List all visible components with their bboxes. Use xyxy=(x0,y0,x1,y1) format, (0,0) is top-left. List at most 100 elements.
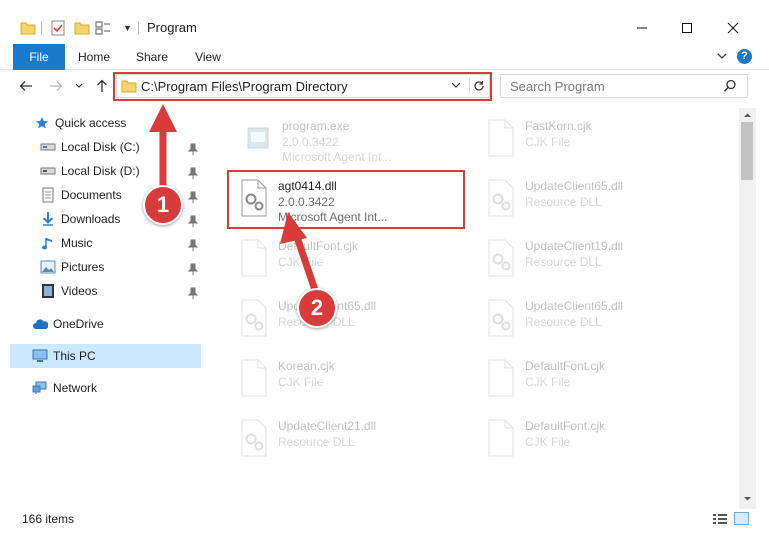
pin-icon[interactable] xyxy=(188,287,198,299)
details-view-icon[interactable] xyxy=(712,513,728,525)
title-bar: ▼ Program xyxy=(0,0,769,44)
file-highlight xyxy=(227,170,465,229)
nav-label: Local Disk (D:) xyxy=(61,164,140,178)
file-type: Resource DLL xyxy=(525,255,602,269)
arrow-up-icon xyxy=(97,79,107,92)
tab-home[interactable]: Home xyxy=(70,44,118,70)
nav-label: Pictures xyxy=(61,260,105,274)
folder-icon[interactable] xyxy=(20,20,36,36)
window-title: Program xyxy=(147,20,197,35)
file-name: UpdateClient65.dll xyxy=(525,179,624,193)
file-list: program.exe 2.0.0.3422 Microsoft Agent I… xyxy=(205,108,740,496)
blank-file-icon xyxy=(241,359,267,397)
minimize-button[interactable] xyxy=(619,12,665,44)
exe-icon xyxy=(247,127,269,149)
file-item[interactable]: UpdateClient19.dll Resource DLL xyxy=(475,232,711,288)
scroll-up-icon[interactable] xyxy=(743,112,752,118)
file-item[interactable]: UpdateClient21.dll Resource DLL xyxy=(228,412,464,468)
nav-music[interactable]: Music xyxy=(40,231,92,255)
nav-quick-access[interactable]: Quick access xyxy=(34,111,126,135)
divider xyxy=(138,21,139,35)
new-folder-icon[interactable] xyxy=(74,20,90,36)
nav-local-disk-c[interactable]: Local Disk (C:) xyxy=(40,135,140,159)
expand-ribbon-icon[interactable] xyxy=(716,51,728,61)
file-item[interactable]: DefaultFont.cjk CJK File xyxy=(475,352,711,408)
pin-icon[interactable] xyxy=(188,143,198,155)
file-item[interactable]: FastKorn.cjk CJK File xyxy=(475,112,711,168)
file-item[interactable]: DefaultFont.cjk CJK File xyxy=(228,232,464,288)
tab-view[interactable]: View xyxy=(184,44,232,70)
videos-icon xyxy=(40,283,56,299)
pin-icon[interactable] xyxy=(188,167,198,179)
star-icon xyxy=(34,115,50,131)
blank-file-icon xyxy=(241,239,267,277)
computer-icon xyxy=(32,348,48,364)
search-placeholder[interactable]: Search Program xyxy=(510,79,605,94)
view-options-icon[interactable] xyxy=(95,20,111,36)
help-icon[interactable]: ? xyxy=(737,49,752,64)
nav-documents[interactable]: Documents xyxy=(40,183,122,207)
file-item[interactable]: UpdateClient65.dll Resource DLL xyxy=(475,292,711,348)
file-type: Resource DLL xyxy=(525,195,602,209)
file-name: Korean.cjk xyxy=(278,359,335,373)
pin-icon[interactable] xyxy=(188,239,198,251)
pin-icon[interactable] xyxy=(188,263,198,275)
nav-network[interactable]: Network xyxy=(32,376,97,400)
nav-label: Music xyxy=(61,236,93,250)
vertical-scrollbar[interactable] xyxy=(739,108,756,510)
nav-label: Local Disk (C:) xyxy=(61,140,140,154)
documents-icon xyxy=(40,187,56,203)
maximize-button[interactable] xyxy=(664,12,710,44)
large-icons-view-icon[interactable] xyxy=(734,512,749,525)
chevron-down-icon xyxy=(75,83,83,88)
nav-pictures[interactable]: Pictures xyxy=(40,255,104,279)
file-type: CJK File xyxy=(278,255,324,269)
pin-icon[interactable] xyxy=(188,215,198,227)
scroll-down-icon[interactable] xyxy=(743,496,752,502)
recent-locations-button[interactable] xyxy=(72,76,86,96)
file-item[interactable]: DefaultFont.cjk CJK File xyxy=(475,412,711,468)
close-button[interactable] xyxy=(710,12,756,44)
tab-file[interactable]: File xyxy=(13,44,65,70)
customize-quick-access-icon[interactable]: ▼ xyxy=(123,23,132,33)
pin-icon[interactable] xyxy=(188,191,198,203)
back-button[interactable] xyxy=(16,76,36,96)
file-item[interactable]: UpdateClient65.dll Resource DLL xyxy=(475,172,711,228)
cloud-icon xyxy=(32,316,48,332)
nav-label: OneDrive xyxy=(53,317,104,331)
file-type: CJK File xyxy=(525,135,571,149)
status-bar: 166 items xyxy=(0,509,769,531)
nav-videos[interactable]: Videos xyxy=(40,279,97,303)
properties-check-icon[interactable] xyxy=(50,20,66,36)
nav-this-pc[interactable]: This PC xyxy=(10,344,201,368)
file-item[interactable]: UpdateClient65.dll Resource DLL xyxy=(228,292,464,348)
search-icon[interactable] xyxy=(723,79,737,93)
callout-step-1: 1 xyxy=(143,185,183,225)
up-button[interactable] xyxy=(92,76,112,96)
music-icon xyxy=(40,235,56,251)
file-type: CJK File xyxy=(525,375,571,389)
search-box[interactable]: Search Program xyxy=(500,74,748,98)
nav-local-disk-d[interactable]: Local Disk (D:) xyxy=(40,159,140,183)
ribbon: File Home Share View ? xyxy=(0,44,769,70)
scroll-thumb[interactable] xyxy=(741,122,753,180)
file-description: Microsoft Agent Int... xyxy=(282,150,392,164)
drive-icon xyxy=(40,139,56,155)
forward-button[interactable] xyxy=(46,76,66,96)
nav-label: Documents xyxy=(61,188,122,202)
file-item[interactable]: Korean.cjk CJK File xyxy=(228,352,464,408)
nav-downloads[interactable]: Downloads xyxy=(40,207,120,231)
dll-icon xyxy=(241,299,267,337)
divider xyxy=(41,21,42,35)
file-version: 2.0.0.3422 xyxy=(282,135,339,149)
file-name: UpdateClient65.dll xyxy=(525,299,624,313)
drive-icon xyxy=(40,163,56,179)
file-name: DefaultFont.cjk xyxy=(525,419,606,433)
tab-share[interactable]: Share xyxy=(128,44,176,70)
file-item[interactable]: program.exe 2.0.0.3422 Microsoft Agent I… xyxy=(232,112,468,168)
minimize-icon xyxy=(637,27,647,29)
blank-file-icon xyxy=(488,419,514,457)
nav-onedrive[interactable]: OneDrive xyxy=(32,312,104,336)
file-type: CJK File xyxy=(278,375,324,389)
arrow-left-icon xyxy=(19,81,32,91)
